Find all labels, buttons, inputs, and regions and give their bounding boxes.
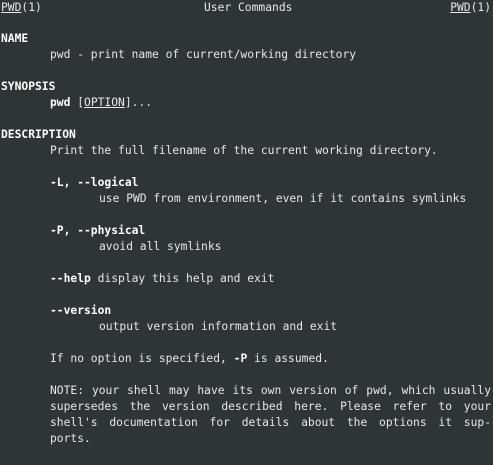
option-physical-flag: -P, --physical bbox=[50, 224, 146, 237]
default-note-pre: If no option is specified, bbox=[50, 352, 234, 365]
description-heading: DESCRIPTION bbox=[1, 128, 76, 141]
option-version-desc: output version information and exit bbox=[99, 320, 338, 333]
synopsis-option: OPTION bbox=[84, 96, 125, 109]
synopsis-command: pwd bbox=[50, 96, 71, 109]
terminal-window[interactable]: PWD(1) User Commands PWD(1) NAME pwd - p… bbox=[0, 0, 493, 465]
default-note-flag: -P bbox=[233, 352, 248, 365]
man-header-left: PWD(1) bbox=[1, 0, 42, 16]
option-help-desc: display this help and exit bbox=[90, 272, 275, 285]
option-logical-flag: -L, --logical bbox=[50, 176, 139, 189]
man-section-right: (1) bbox=[470, 1, 491, 14]
synopsis-open-bracket: [ bbox=[70, 96, 85, 109]
option-logical-desc: use PWD from environment, even if it con… bbox=[99, 192, 467, 205]
synopsis-heading: SYNOPSIS bbox=[1, 80, 56, 93]
default-option-note: If no option is specified, -P is assumed… bbox=[50, 351, 329, 367]
note-line-3: shell's documentation for details about … bbox=[50, 416, 491, 429]
option-version-flag: --version bbox=[50, 304, 112, 317]
synopsis-line: pwd [OPTION]... bbox=[50, 95, 152, 111]
synopsis-close: ]... bbox=[124, 96, 153, 109]
man-page-name-right: PWD bbox=[450, 1, 471, 14]
default-note-post: is assumed. bbox=[247, 352, 329, 365]
man-page-name-left: PWD bbox=[1, 1, 22, 14]
man-header-title: User Commands bbox=[204, 1, 293, 14]
description-intro: Print the full filename of the current w… bbox=[50, 144, 438, 157]
option-help-line: --help display this help and exit bbox=[50, 271, 274, 287]
option-help-flag: --help bbox=[50, 272, 91, 285]
name-heading: NAME bbox=[1, 32, 29, 45]
name-text: pwd - print name of current/working dire… bbox=[50, 48, 357, 61]
option-physical-desc: avoid all symlinks bbox=[99, 240, 222, 253]
note-line-1: NOTE: your shell may have its own versio… bbox=[50, 384, 491, 397]
man-header-right: PWD(1) bbox=[450, 0, 491, 16]
man-section-left: (1) bbox=[21, 1, 42, 14]
note-line-4: ports. bbox=[50, 432, 91, 445]
note-line-2: supersedes the version described here. P… bbox=[50, 400, 491, 413]
